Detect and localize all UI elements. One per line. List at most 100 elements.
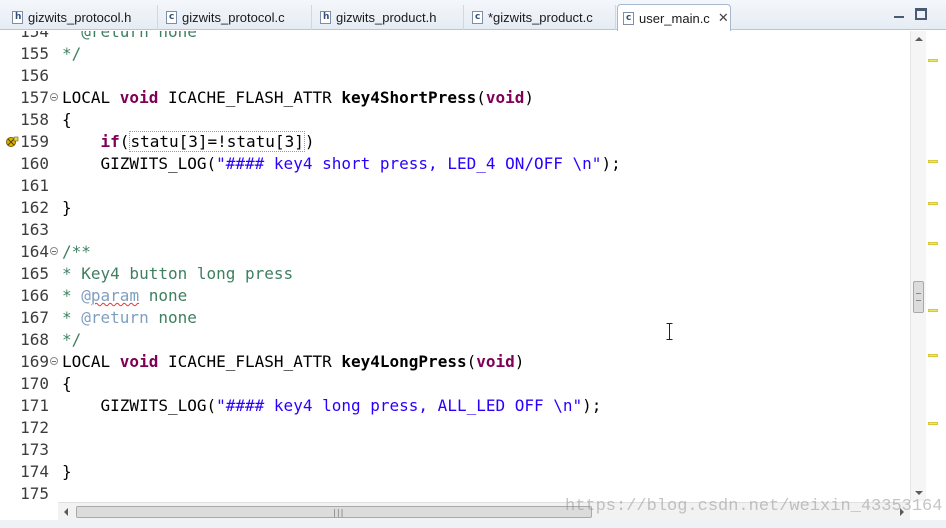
tab-label: gizwits_protocol.h xyxy=(28,10,132,25)
code-token: * Key4 button long press xyxy=(62,264,294,283)
occurrence-marker[interactable] xyxy=(928,242,938,245)
tab-gizwits-product-h[interactable]: h gizwits_product.h xyxy=(314,5,464,30)
code-line[interactable]: 172 xyxy=(0,417,910,439)
code-line[interactable]: 165 * Key4 button long press xyxy=(0,263,910,285)
code-text: } xyxy=(62,197,72,219)
code-line[interactable]: 171 GIZWITS_LOG("#### key4 long press, A… xyxy=(0,395,910,417)
code-line[interactable]: 156 xyxy=(0,65,910,87)
code-token: void xyxy=(119,88,159,107)
code-line[interactable]: 166 * @param none xyxy=(0,285,910,307)
line-number: 169 xyxy=(20,352,49,371)
line-number: 174 xyxy=(20,462,49,481)
code-token: void xyxy=(119,352,159,371)
scroll-down-icon[interactable] xyxy=(915,491,923,495)
tab-user-main-c[interactable]: c user_main.c ✕ xyxy=(617,4,731,31)
line-number: 161 xyxy=(20,176,49,195)
code-token: ( xyxy=(476,88,486,107)
occurrence-marker[interactable] xyxy=(928,160,938,163)
code-line[interactable]: 162} xyxy=(0,197,910,219)
close-tab-icon[interactable]: ✕ xyxy=(718,11,729,24)
code-line[interactable]: 173 xyxy=(0,439,910,461)
code-text: { xyxy=(62,373,72,395)
code-editor[interactable]: 154 @return none 155 */156 157 LOCAL void IC… xyxy=(0,31,910,501)
line-number: 167 xyxy=(20,308,49,327)
minimize-icon[interactable] xyxy=(893,8,905,20)
vertical-scrollbar[interactable] xyxy=(910,31,927,501)
code-line[interactable]: 154 @return none xyxy=(0,31,910,43)
code-line[interactable]: 159 if(statu[3]=!statu[3]) xyxy=(0,131,910,153)
code-token: void xyxy=(476,352,515,371)
code-text: LOCAL void ICACHE_FLASH_ATTR key4ShortPr… xyxy=(62,87,534,109)
line-number: 160 xyxy=(20,154,49,173)
line-number: 172 xyxy=(20,418,49,437)
code-text: * Key4 button long press xyxy=(62,263,293,285)
code-token: param xyxy=(90,286,140,305)
occurrence-marker[interactable] xyxy=(928,202,938,205)
code-token: none xyxy=(148,308,197,327)
code-text: LOCAL void ICACHE_FLASH_ATTR key4LongPre… xyxy=(62,351,524,373)
vertical-scroll-thumb[interactable] xyxy=(913,281,924,313)
line-number: 171 xyxy=(20,396,49,415)
warning-icon[interactable] xyxy=(5,135,19,149)
tab-gizwits-protocol-c[interactable]: c gizwits_protocol.c xyxy=(160,5,312,30)
code-token: ); xyxy=(582,396,602,415)
scroll-left-icon[interactable] xyxy=(64,508,68,516)
text-cursor-icon xyxy=(666,323,673,340)
overview-ruler[interactable] xyxy=(926,31,946,501)
tab-label: gizwits_product.h xyxy=(336,10,437,25)
code-token: ) xyxy=(524,88,535,107)
code-line[interactable]: 169 LOCAL void ICACHE_FLASH_ATTR key4Long… xyxy=(0,351,910,373)
line-number: 162 xyxy=(20,198,49,217)
fold-toggle-icon[interactable] xyxy=(50,357,58,365)
code-token: * xyxy=(62,286,82,305)
fold-toggle-icon[interactable] xyxy=(50,93,58,101)
maximize-icon[interactable] xyxy=(915,8,927,20)
line-number: 154 xyxy=(20,31,49,41)
code-token: key4ShortPress xyxy=(341,88,477,107)
code-line[interactable]: 167 * @return none xyxy=(0,307,910,329)
code-line[interactable]: 163 xyxy=(0,219,910,241)
code-line[interactable]: 164 /** xyxy=(0,241,910,263)
occurrence-marker[interactable] xyxy=(928,354,938,357)
code-line[interactable]: 158 { xyxy=(0,109,910,131)
status-strip xyxy=(0,520,946,528)
scroll-up-icon[interactable] xyxy=(915,37,923,41)
line-number: 164 xyxy=(20,242,49,261)
code-token: @return none xyxy=(71,31,197,41)
occurrence-marker[interactable] xyxy=(928,422,938,425)
code-token: ICACHE_FLASH_ATTR xyxy=(158,352,342,371)
code-token: ) xyxy=(304,132,315,151)
file-icon: h xyxy=(12,11,23,24)
occurrence-marker[interactable] xyxy=(928,59,938,62)
code-text: */ xyxy=(62,43,81,65)
code-token: GIZWITS_LOG( xyxy=(62,396,217,415)
tab-label: user_main.c xyxy=(639,10,710,26)
code-line[interactable]: 170 { xyxy=(0,373,910,395)
code-text: GIZWITS_LOG("#### key4 short press, LED_… xyxy=(62,153,621,175)
tab-gizwits-protocol-h[interactable]: h gizwits_protocol.h xyxy=(6,5,158,30)
file-icon: c xyxy=(166,11,177,24)
code-text: /** xyxy=(62,241,91,263)
code-text: @return none xyxy=(62,31,197,43)
line-number: 157 xyxy=(20,88,49,107)
occurrence-marker[interactable] xyxy=(928,309,938,312)
code-line[interactable]: 155 */ xyxy=(0,43,910,65)
horizontal-scroll-thumb[interactable]: ||| xyxy=(76,506,592,518)
tab-gizwits-product-c[interactable]: c *gizwits_product.c xyxy=(466,5,616,30)
code-token: @ xyxy=(81,286,91,305)
line-number: 163 xyxy=(20,220,49,239)
fold-toggle-icon[interactable] xyxy=(50,247,58,255)
code-token: @return xyxy=(81,308,149,327)
code-line[interactable]: 160 GIZWITS_LOG("#### key4 short press, … xyxy=(0,153,910,175)
code-line[interactable]: 157 LOCAL void ICACHE_FLASH_ATTR key4Shor… xyxy=(0,87,910,109)
code-token: ( xyxy=(466,352,477,371)
code-line[interactable]: 168 */ xyxy=(0,329,910,351)
code-token: key4LongPress xyxy=(341,352,467,371)
code-token: "#### key4 short press, LED_4 ON/OFF \n" xyxy=(216,154,602,173)
code-token: { xyxy=(62,110,72,129)
code-line[interactable]: 174} xyxy=(0,461,910,483)
code-text: */ xyxy=(62,329,81,351)
code-line[interactable]: 161 xyxy=(0,175,910,197)
code-token: } xyxy=(62,462,72,481)
